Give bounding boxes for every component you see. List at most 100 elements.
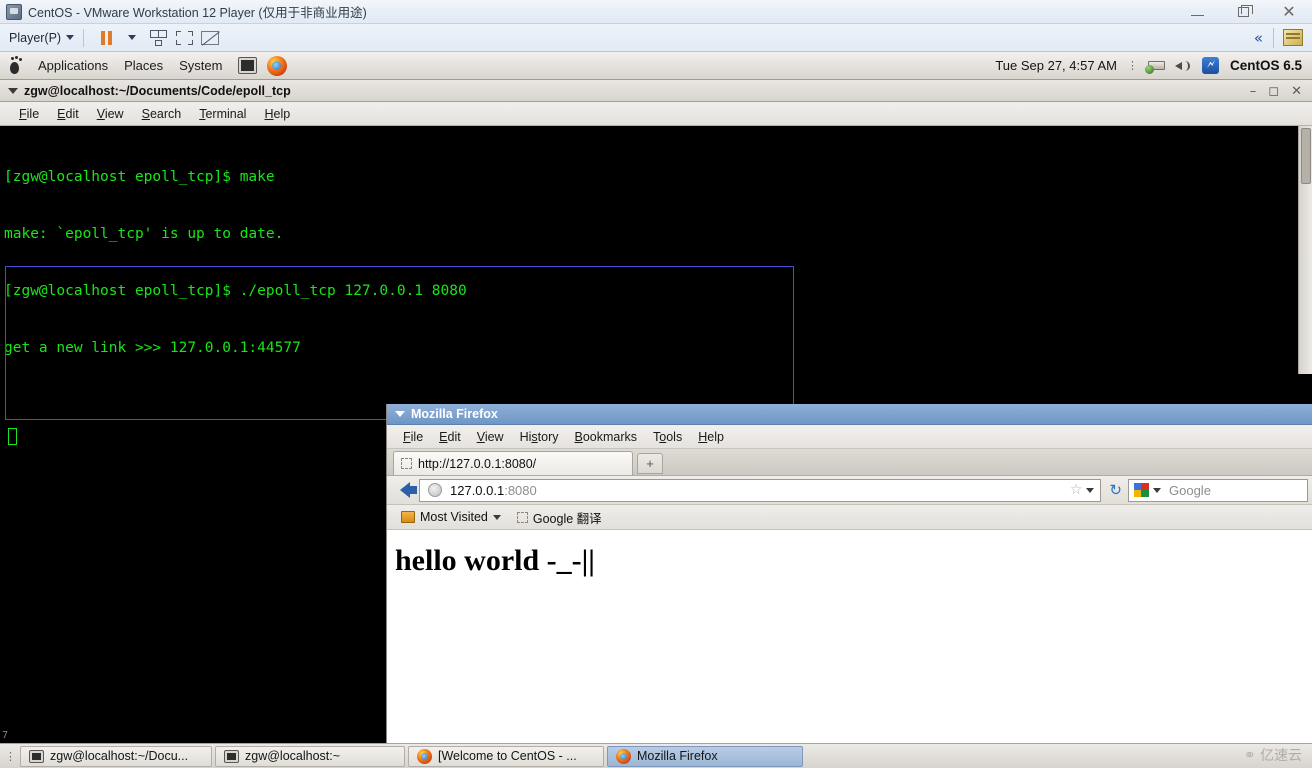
star-icon[interactable]: ☆ <box>1070 482 1083 498</box>
terminal-menubar: File Edit View Search Terminal Help <box>0 102 1312 126</box>
bluetooth-icon[interactable] <box>1201 57 1219 74</box>
window-menu-icon[interactable] <box>8 87 18 94</box>
chevron-down-icon[interactable] <box>1086 487 1095 493</box>
panel-clock[interactable]: Tue Sep 27, 4:57 AM <box>995 58 1127 73</box>
firefox-navbar: 127.0.0.1:8080 ☆ ↻ Google <box>387 476 1312 505</box>
url-port: :8080 <box>504 482 537 498</box>
vmware-titlebar: CentOS - VMware Workstation 12 Player (仅… <box>0 0 1312 24</box>
taskbar-item-mozilla-firefox[interactable]: Mozilla Firefox <box>607 745 803 767</box>
terminal-line: [zgw@localhost epoll_tcp]$ make <box>4 169 275 185</box>
maximize-icon[interactable] <box>1220 1 1266 24</box>
terminal-minimize-icon[interactable]: – <box>1250 85 1257 98</box>
terminal-close-icon[interactable]: ✕ <box>1291 85 1302 98</box>
pause-dropdown-icon[interactable] <box>119 26 145 50</box>
folder-icon <box>401 511 415 523</box>
no-screen-icon[interactable] <box>197 26 223 50</box>
terminal-titlebar: zgw@localhost:~/Documents/Code/epoll_tcp… <box>0 80 1312 102</box>
player-menu-button[interactable]: Player(P) <box>9 31 75 45</box>
url-host: 127.0.0.1 <box>450 482 505 498</box>
pause-icon[interactable] <box>93 26 119 50</box>
vmware-window-title: CentOS - VMware Workstation 12 Player (仅… <box>28 6 367 20</box>
firefox-launcher-icon[interactable] <box>267 55 288 76</box>
taskbar-item-terminal-1[interactable]: zgw@localhost:~/Docu... <box>20 745 212 767</box>
screen-edge-marker: 7 <box>2 730 9 741</box>
search-placeholder: Google <box>1169 482 1211 498</box>
menu-applications[interactable]: Applications <box>30 56 116 75</box>
chevron-down-icon <box>492 514 501 520</box>
back-arrow-icon[interactable] <box>391 478 419 502</box>
reload-icon[interactable]: ↻ <box>1103 481 1128 499</box>
terminal-menu-search[interactable]: Search <box>133 105 191 123</box>
page-heading: hello world -_-|| <box>395 544 595 577</box>
vmware-toolbar: Player(P) « <box>0 24 1312 52</box>
volume-icon[interactable] <box>1174 58 1192 74</box>
blank-favicon-icon <box>401 458 412 469</box>
vmware-toolbar-right: « <box>1244 24 1312 51</box>
scrollbar-thumb[interactable] <box>1301 128 1311 184</box>
terminal-window: zgw@localhost:~/Documents/Code/epoll_tcp… <box>0 80 1312 420</box>
gnome-taskbar: ⋮ zgw@localhost:~/Docu... zgw@localhost:… <box>0 743 1312 768</box>
chevron-down-icon[interactable] <box>1153 487 1161 493</box>
firefox-titlebar: Mozilla Firefox <box>387 404 1312 425</box>
firefox-menu-edit[interactable]: Edit <box>431 428 469 446</box>
taskbar-item-label: zgw@localhost:~ <box>245 749 341 763</box>
terminal-menu-file[interactable]: File <box>10 105 48 123</box>
terminal-maximize-icon[interactable]: ◻ <box>1268 85 1279 98</box>
menu-system[interactable]: System <box>171 56 230 75</box>
watermark: ⚭ 亿速云 <box>1243 745 1302 765</box>
firefox-menu-tools[interactable]: Tools <box>645 428 690 446</box>
window-menu-icon[interactable] <box>395 411 405 417</box>
taskbar-item-label: [Welcome to CentOS - ... <box>438 749 577 763</box>
google-icon-svg <box>1134 483 1149 497</box>
collapse-toolbar-icon[interactable]: « <box>1244 29 1273 47</box>
guest-screen: Applications Places System Tue Sep 27, 4… <box>0 52 1312 768</box>
desktop-background <box>0 374 386 768</box>
notes-icon[interactable] <box>1283 29 1303 46</box>
firefox-menu-file[interactable]: File <box>395 428 431 446</box>
terminal-icon <box>224 749 239 763</box>
terminal-line: get a new link >>> 127.0.0.1:44577 <box>4 340 301 356</box>
new-tab-button[interactable]: + <box>637 453 663 474</box>
bookmarks-toolbar: Most Visited Google 翻译 <box>387 505 1312 530</box>
terminal-output[interactable]: [zgw@localhost epoll_tcp]$ make make: `e… <box>0 126 1312 374</box>
terminal-menu-view[interactable]: View <box>88 105 133 123</box>
search-input[interactable]: Google <box>1128 478 1308 502</box>
unity-icon[interactable] <box>145 26 171 50</box>
bookmark-google-translate[interactable]: Google 翻译 <box>509 506 610 529</box>
menu-places[interactable]: Places <box>116 56 171 75</box>
close-icon[interactable]: ✕ <box>1266 1 1312 24</box>
taskbar-item-terminal-2[interactable]: zgw@localhost:~ <box>215 745 405 767</box>
taskbar-item-label: zgw@localhost:~/Docu... <box>50 749 189 763</box>
firefox-icon <box>417 748 432 764</box>
terminal-scrollbar[interactable] <box>1298 126 1312 374</box>
url-input[interactable]: 127.0.0.1:8080 ☆ <box>419 478 1102 502</box>
bookmark-label: Google 翻译 <box>532 511 602 526</box>
firefox-menu-view[interactable]: View <box>469 428 512 446</box>
firefox-menubar: File Edit View History Bookmarks Tools H… <box>387 425 1312 449</box>
watermark-label: 亿速云 <box>1260 747 1302 763</box>
bookmark-most-visited[interactable]: Most Visited <box>393 508 509 526</box>
tab-label: http://127.0.0.1:8080/ <box>418 456 537 471</box>
terminal-window-controls: – ◻ ✕ <box>1250 80 1308 102</box>
toolbar-divider <box>83 28 85 47</box>
terminal-menu-terminal[interactable]: Terminal <box>190 105 255 123</box>
firefox-menu-bookmarks[interactable]: Bookmarks <box>567 428 646 446</box>
network-icon[interactable] <box>1144 58 1165 74</box>
gnome-top-panel: Applications Places System Tue Sep 27, 4… <box>0 52 1312 80</box>
browser-tab[interactable]: http://127.0.0.1:8080/ <box>393 451 633 475</box>
taskbar-handle[interactable]: ⋮ <box>0 750 20 763</box>
blank-favicon-icon <box>516 511 528 523</box>
tray-handle[interactable]: ⋮ <box>1127 59 1141 72</box>
minimize-icon[interactable] <box>1174 1 1220 24</box>
terminal-menu-edit[interactable]: Edit <box>48 105 88 123</box>
terminal-window-title: zgw@localhost:~/Documents/Code/epoll_tcp <box>24 83 291 98</box>
screen-root: CentOS - VMware Workstation 12 Player (仅… <box>0 0 1312 768</box>
terminal-menu-help[interactable]: Help <box>255 105 299 123</box>
firefox-window-title: Mozilla Firefox <box>411 407 498 421</box>
firefox-menu-help[interactable]: Help <box>690 428 732 446</box>
terminal-launcher-icon[interactable] <box>238 57 258 74</box>
globe-icon <box>428 483 442 497</box>
firefox-menu-history[interactable]: History <box>512 428 567 446</box>
fullscreen-icon[interactable] <box>171 26 197 50</box>
taskbar-item-welcome-centos[interactable]: [Welcome to CentOS - ... <box>408 745 604 767</box>
